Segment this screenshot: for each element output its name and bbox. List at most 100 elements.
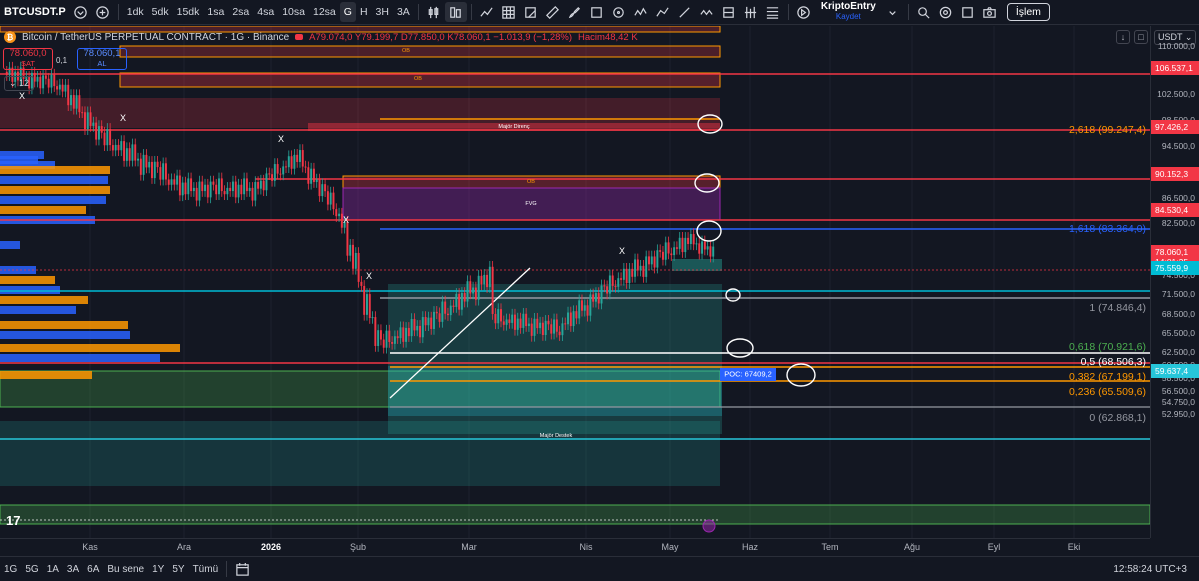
ellipse-tool-icon[interactable] (608, 2, 630, 22)
long-position-icon[interactable] (718, 2, 740, 22)
symbol-search[interactable]: BTCUSDT.P (0, 6, 70, 18)
range-4[interactable]: 6A (83, 564, 103, 575)
range-2[interactable]: 1A (43, 564, 63, 575)
interval-0[interactable]: 1dk (123, 2, 148, 22)
price-tag[interactable]: 106.537,1 (1151, 61, 1199, 76)
candle-body (67, 84, 70, 106)
candle-body (399, 327, 402, 339)
range-1[interactable]: 5G (21, 564, 42, 575)
price-tag[interactable]: 75.559,9 (1151, 261, 1199, 276)
candle-body (97, 126, 100, 140)
interval-8[interactable]: G (339, 2, 356, 22)
trade-button[interactable]: İşlem (1006, 3, 1050, 21)
interval-1[interactable]: 5dk (148, 2, 173, 22)
zone-label: FVG (525, 201, 537, 207)
ruler-icon[interactable] (542, 2, 564, 22)
indicator-toggle[interactable]: ⌄ 12 (4, 76, 35, 91)
chart-area[interactable]: X X X X X X 17 2,618 (99.247,4) 1,618 (83.364,0… (0, 26, 1150, 538)
candle-body (634, 259, 637, 277)
rectangle-tool-icon[interactable] (586, 2, 608, 22)
indicators-icon[interactable] (476, 2, 498, 22)
brush-icon[interactable] (564, 2, 586, 22)
chevron-down-icon[interactable] (882, 2, 904, 22)
candle-body (332, 192, 335, 210)
zone-label: OB (414, 76, 422, 82)
candle-body (123, 141, 126, 161)
candle-body (248, 187, 251, 192)
candle-body (290, 156, 293, 169)
candle-body (243, 178, 246, 195)
replay-icon[interactable] (793, 2, 815, 22)
candle-body (608, 275, 611, 294)
candle-body (271, 174, 274, 181)
gear-icon[interactable] (935, 2, 957, 22)
interval-9[interactable]: H (356, 2, 372, 22)
candle-body (569, 312, 572, 327)
candle-body (131, 144, 134, 161)
candle-body (86, 112, 89, 130)
price-tag[interactable]: 84.530,4 (1151, 203, 1199, 218)
price-tag[interactable]: 90.152,3 (1151, 167, 1199, 182)
candle-body (544, 320, 547, 335)
interval-6[interactable]: 10sa (278, 2, 309, 22)
interval-2[interactable]: 15dk (173, 2, 204, 22)
fullscreen-icon[interactable] (957, 2, 979, 22)
compare-add-icon[interactable] (92, 2, 114, 22)
candle-body (522, 313, 525, 328)
time-label: Eyl (987, 542, 1001, 552)
zone-label: OB (402, 48, 410, 54)
interval-10[interactable]: 3H (372, 2, 393, 22)
time-axis[interactable]: Kas Ara 2026 Şub Mar Nis May Haz Tem Ağu Eyl Eki (0, 538, 1150, 556)
price-axis[interactable]: USDT ⌄ 110.000,0106.537,1102.500,098.500… (1150, 26, 1199, 538)
camera-icon[interactable] (979, 2, 1001, 22)
trend-line-icon[interactable] (674, 2, 696, 22)
sell-button[interactable]: 78.060,0 SAT (3, 48, 53, 70)
candle-body (550, 324, 553, 334)
range-3[interactable]: 3A (63, 564, 83, 575)
forecast-icon[interactable] (740, 2, 762, 22)
candle-body (125, 148, 128, 161)
brand[interactable]: KriptoEntry Kaydet (821, 2, 876, 22)
range-0[interactable]: 1G (0, 564, 21, 575)
divider (470, 4, 472, 20)
range-5[interactable]: Bu sene (103, 564, 148, 575)
candle-body (296, 154, 299, 162)
reset-icon[interactable]: □ (1134, 30, 1148, 44)
calendar-icon[interactable] (231, 559, 253, 579)
candle-body (83, 112, 86, 130)
polyline-tool-icon[interactable] (652, 2, 674, 22)
interval-5[interactable]: 4sa (253, 2, 278, 22)
chart-canvas[interactable]: X X X X X X 17 (0, 26, 1150, 538)
interval-4[interactable]: 2sa (228, 2, 253, 22)
path-tool-icon[interactable] (630, 2, 652, 22)
rect-select-icon[interactable] (520, 2, 542, 22)
interval-3[interactable]: 1sa (203, 2, 228, 22)
candle-body (223, 191, 226, 195)
fib-tool-icon[interactable] (762, 2, 784, 22)
candle-body (206, 184, 209, 198)
clock[interactable]: 12:58:24 UTC+3 (1109, 564, 1191, 575)
price-tag[interactable]: 59.637,4 (1151, 363, 1199, 378)
candle-body (229, 187, 232, 192)
range-8[interactable]: Tümü (189, 564, 223, 575)
candle-type-icon[interactable] (423, 2, 445, 22)
price-tag-value: 78.060,1 (1155, 247, 1189, 257)
search-icon[interactable] (913, 2, 935, 22)
range-6[interactable]: 1Y (148, 564, 168, 575)
candle-body (374, 317, 377, 346)
bar-type-icon[interactable] (444, 2, 467, 22)
volume-profile-bar (0, 206, 86, 214)
grid-layout-icon[interactable] (498, 2, 520, 22)
buy-button[interactable]: 78.060,1 AL (77, 48, 127, 70)
pattern-tool-icon[interactable] (696, 2, 718, 22)
sell-label: SAT (20, 59, 36, 68)
scroll-icon[interactable]: ↓ (1116, 30, 1130, 44)
interval-11[interactable]: 3A (393, 2, 414, 22)
candle-body (352, 244, 354, 269)
candle-body (594, 293, 597, 302)
interval-7[interactable]: 12sa (309, 2, 340, 22)
price-tag[interactable]: 97.426,2 (1151, 120, 1199, 135)
range-7[interactable]: 5Y (168, 564, 188, 575)
volume-profile-bar (0, 371, 92, 379)
chevron-down-icon[interactable] (70, 2, 92, 22)
